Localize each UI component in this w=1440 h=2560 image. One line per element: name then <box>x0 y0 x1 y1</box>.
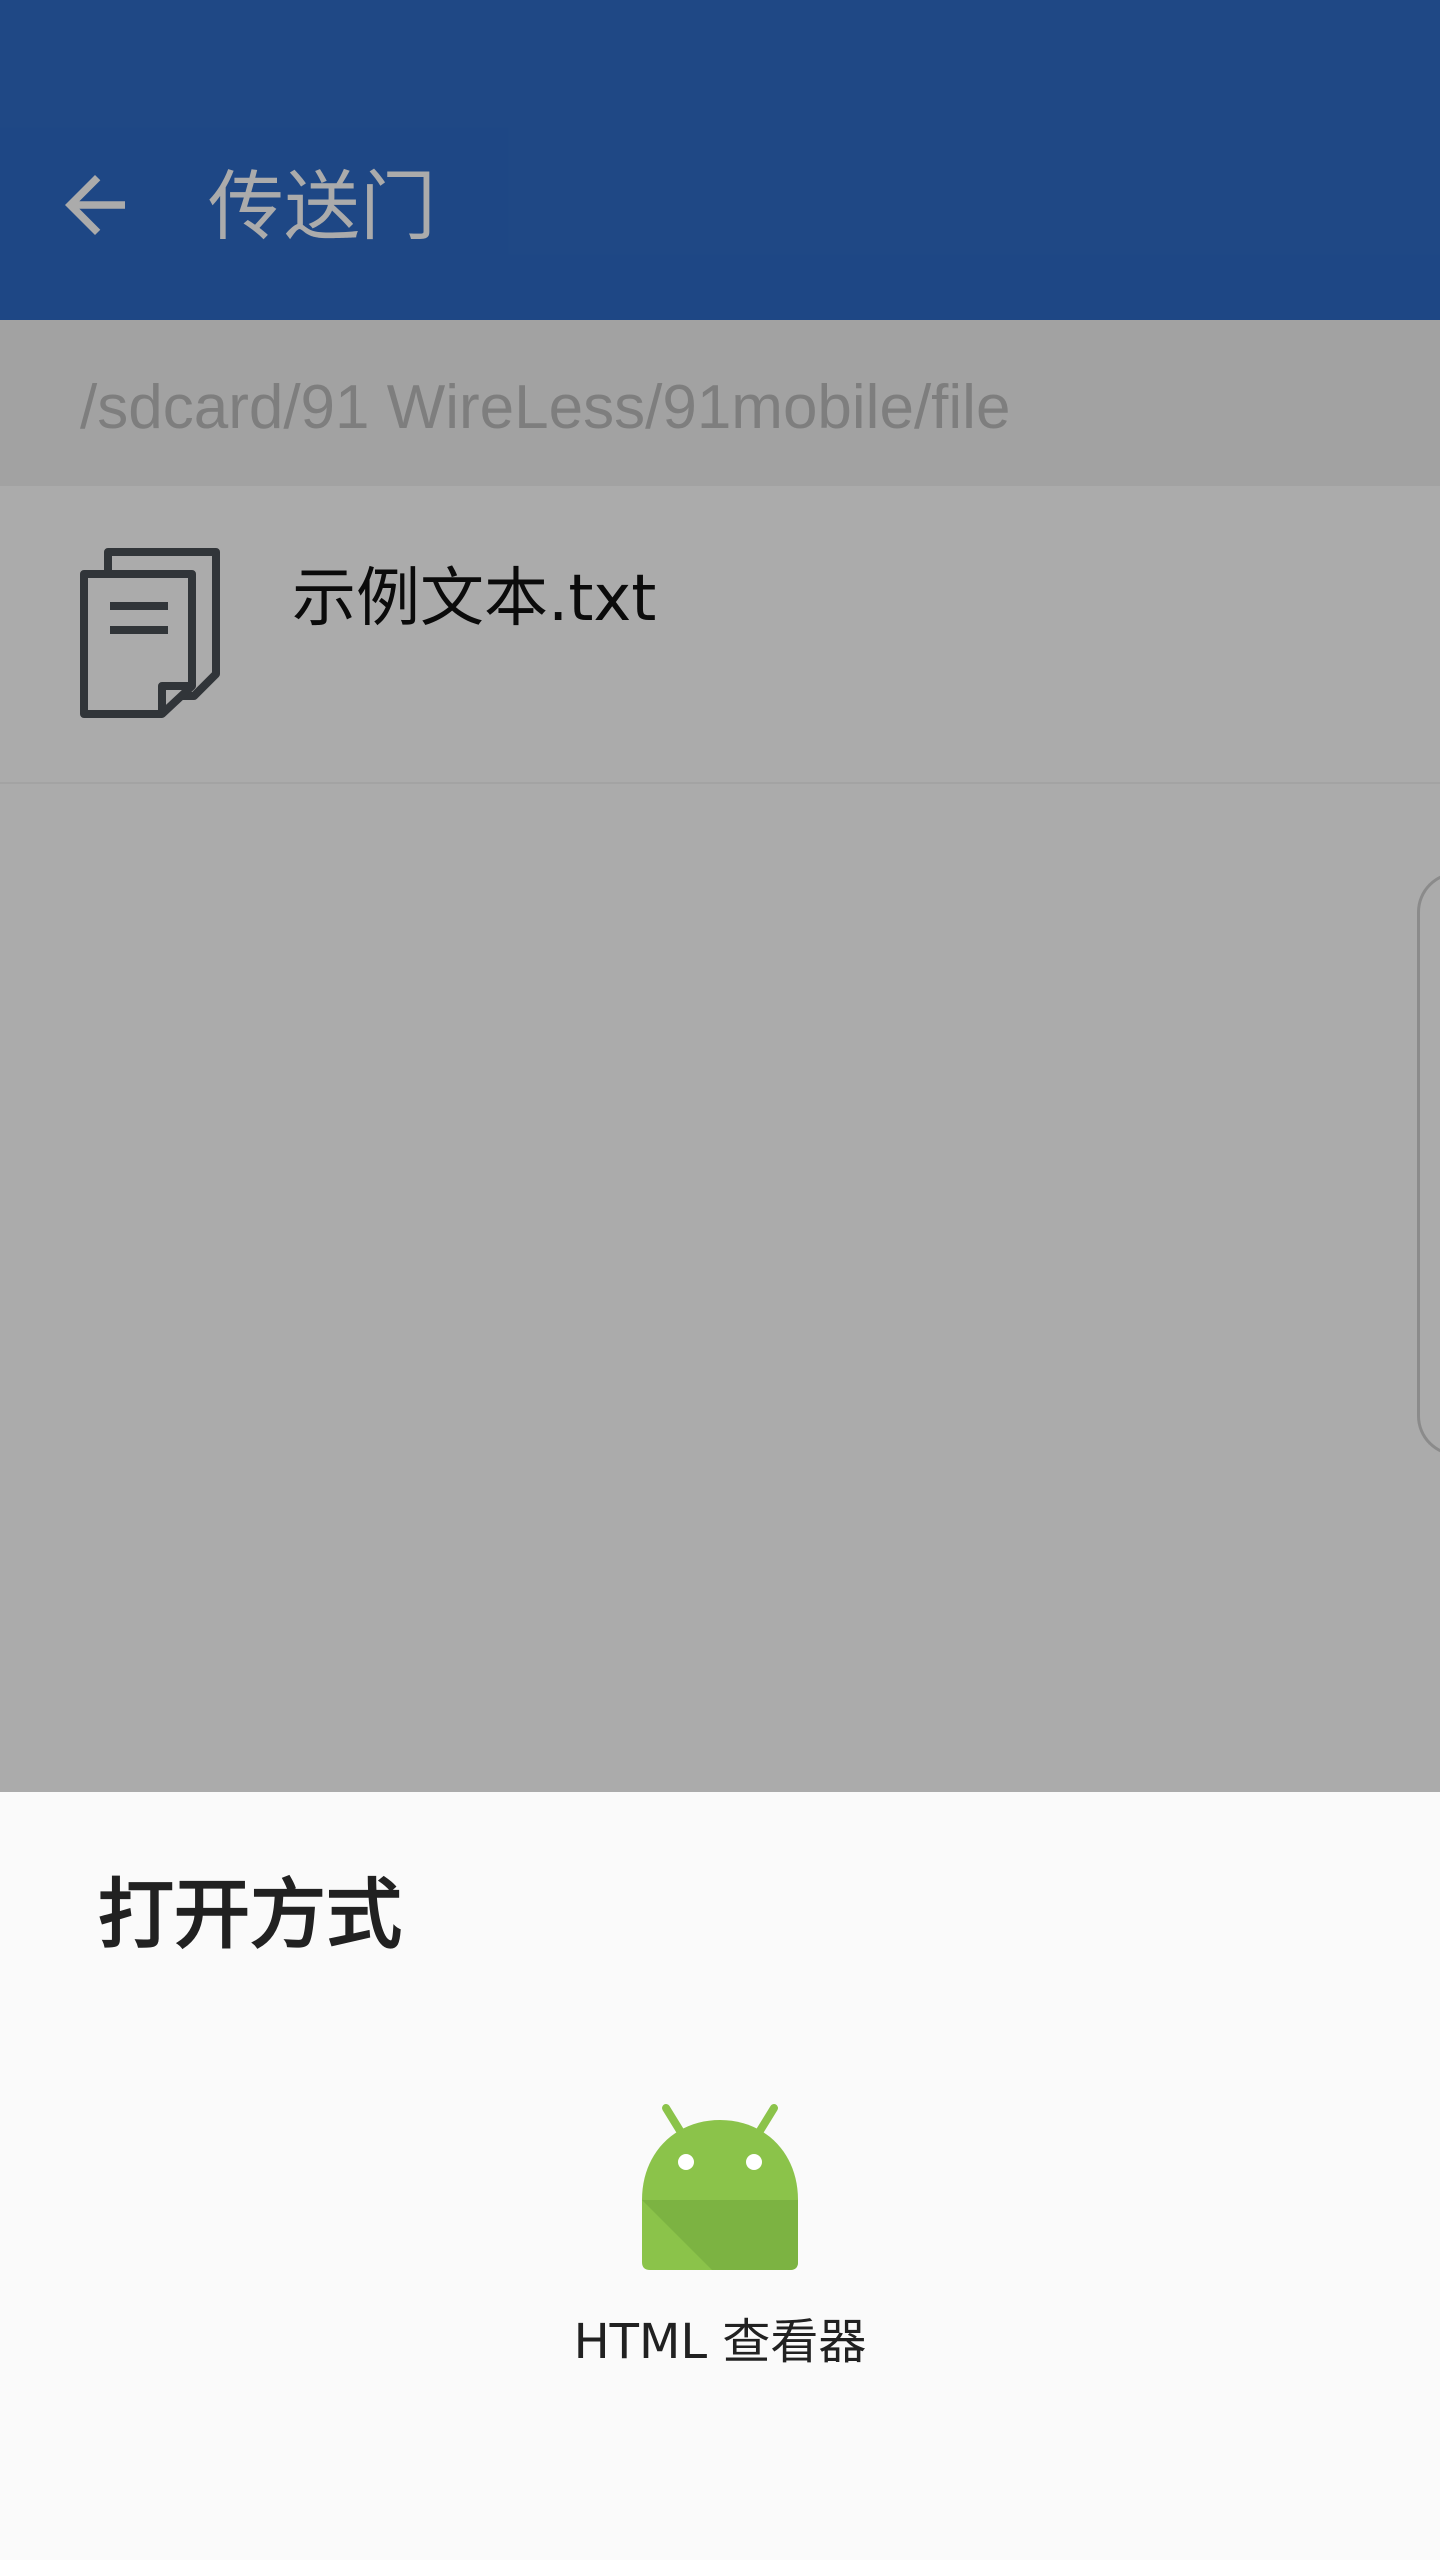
android-icon <box>636 2102 804 2274</box>
app-option-html-viewer[interactable]: HTML 查看器 <box>540 2102 900 2402</box>
scrim[interactable] <box>0 0 1440 1792</box>
open-with-sheet: 打开方式 HTML 查看器 <box>0 1792 1440 2560</box>
app-option-label: HTML 查看器 <box>573 2314 867 2370</box>
screen: 传送门 /sdcard/91 WireLess/91mobile/file 示例… <box>0 0 1440 2560</box>
sheet-title: 打开方式 <box>98 1870 402 1959</box>
